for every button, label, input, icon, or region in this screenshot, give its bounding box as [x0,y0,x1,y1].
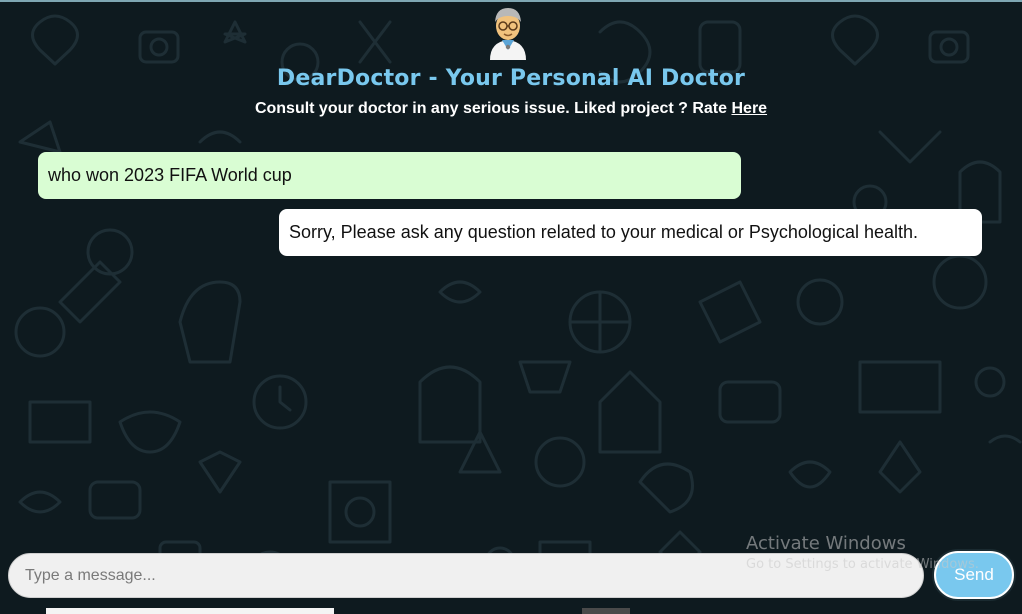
bot-message-bubble: Sorry, Please ask any question related t… [279,209,982,256]
bot-message-text: Sorry, Please ask any question related t… [289,222,918,242]
bottom-edge-bar [46,608,334,614]
bottom-edge-scroll-thumb [582,608,630,614]
subtitle-text: Consult your doctor in any serious issue… [254,100,732,117]
user-message-bubble: who won 2023 FIFA World cup [38,152,741,199]
user-message-text: who won 2023 FIFA World cup [48,165,292,185]
rate-here-link[interactable]: Here [731,100,767,117]
doodle-background-pattern [14,14,1022,578]
send-button[interactable]: Send [934,551,1014,599]
page-subtitle: Consult your doctor in any serious issue… [0,100,1022,118]
doctor-avatar-icon [490,8,526,60]
message-input[interactable] [8,553,924,598]
page-title: DearDoctor - Your Personal AI Doctor [276,66,746,91]
